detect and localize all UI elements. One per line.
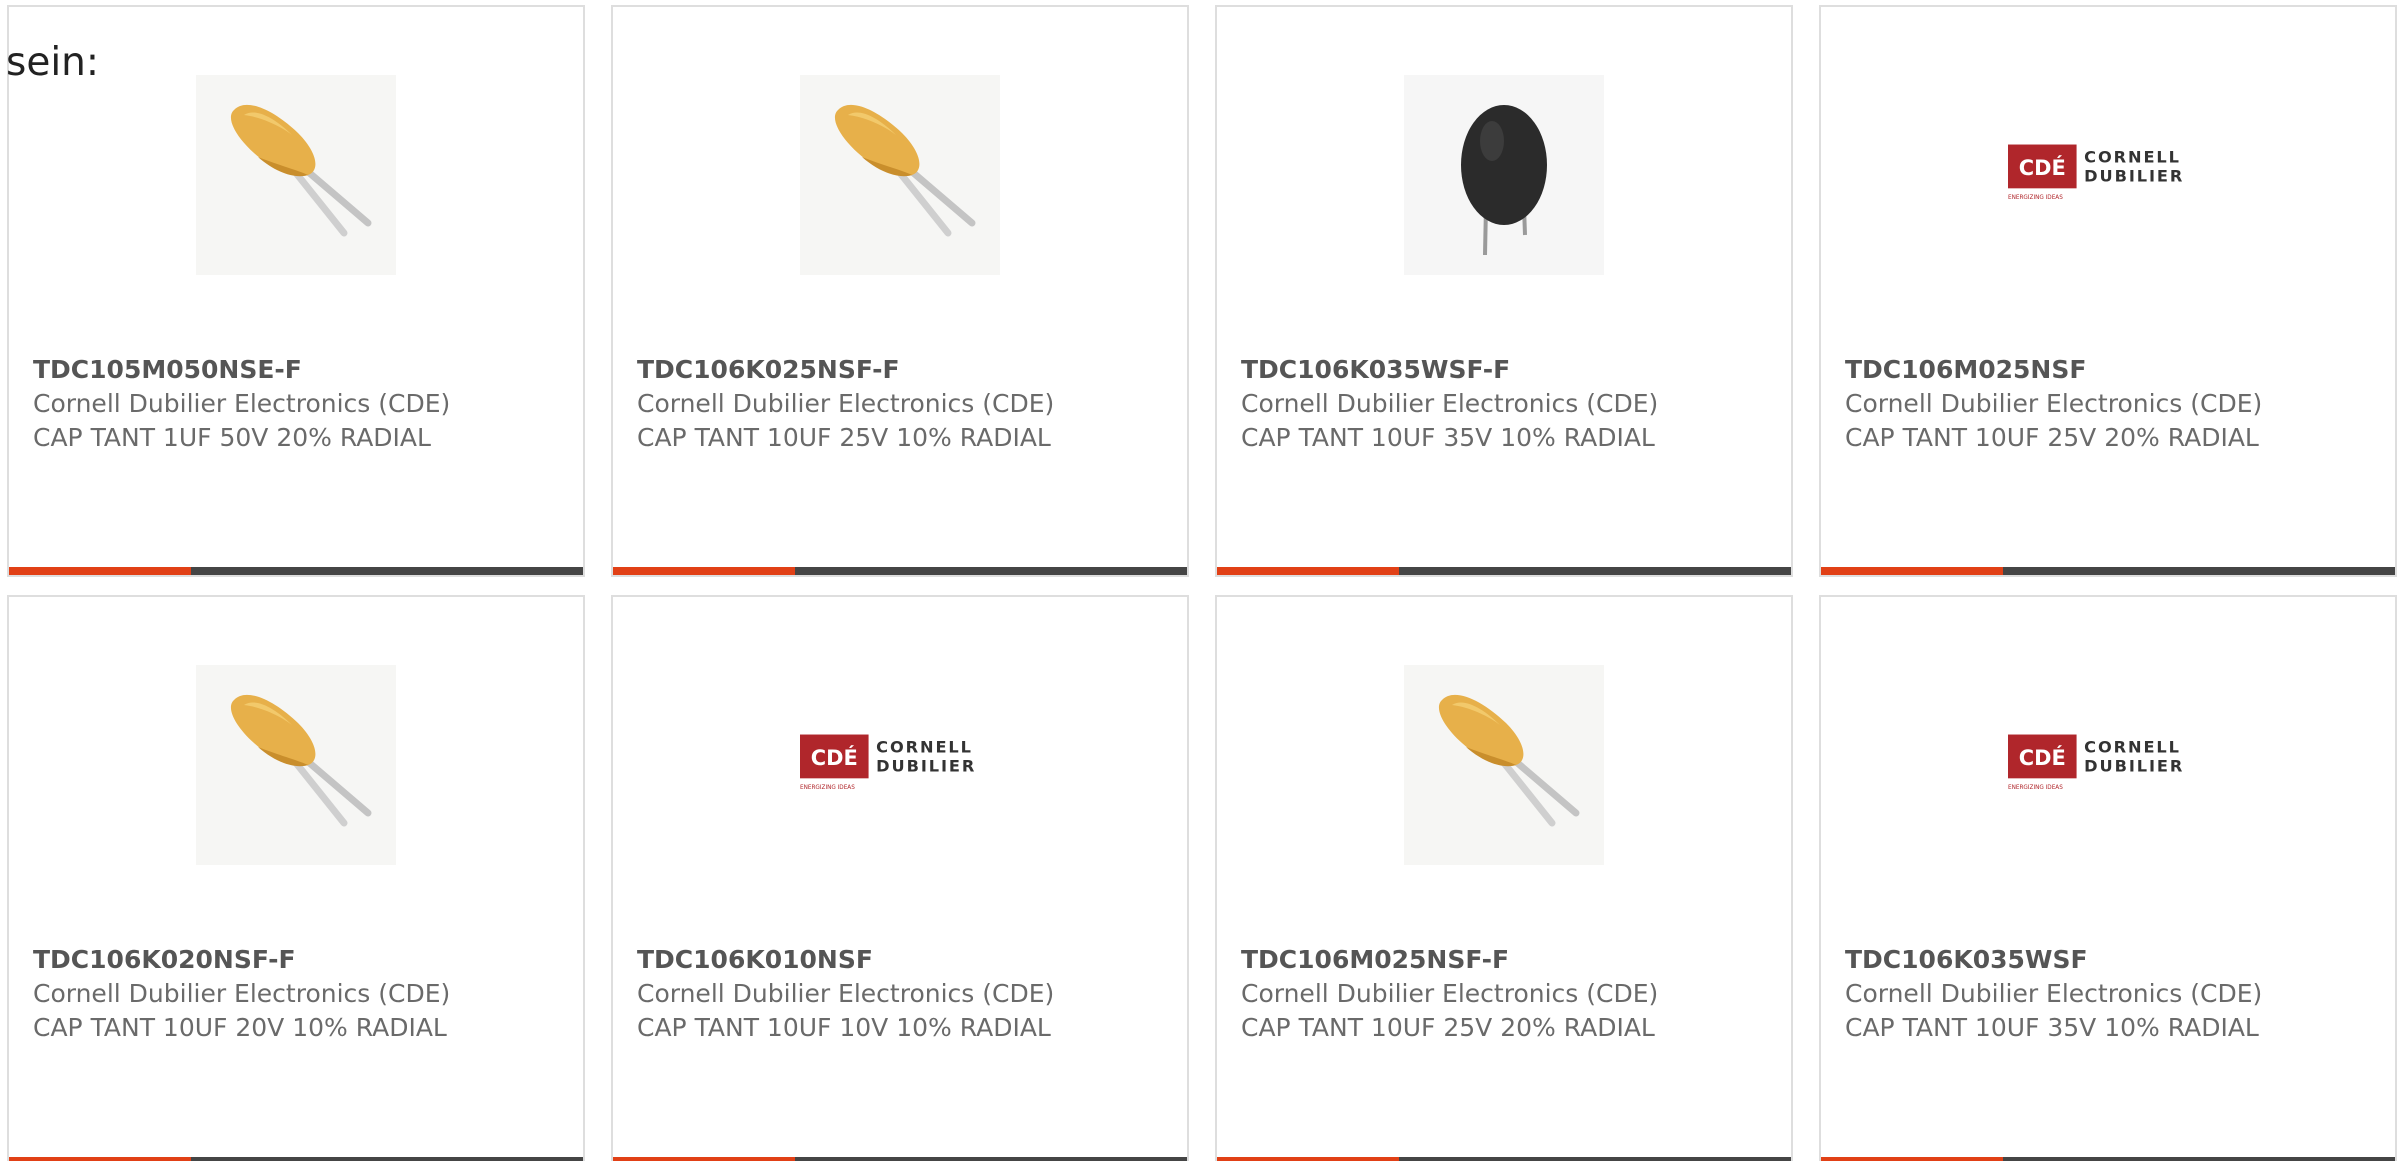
card-bottom-bar: [613, 567, 1187, 575]
card-bottom-bar: [1821, 567, 2395, 575]
manufacturer-name: Cornell Dubilier Electronics (CDE): [33, 979, 451, 1008]
product-description: CAP TANT 10UF 25V 20% RADIAL: [1241, 1013, 1655, 1042]
part-number[interactable]: TDC105M050NSE-F: [33, 353, 533, 387]
logo-text: CDÉ: [2019, 745, 2066, 770]
product-card[interactable]: TDC106M025NSF-F Cornell Dubilier Electron…: [1215, 595, 1793, 1161]
card-bottom-bar: [613, 1157, 1187, 1161]
product-info: TDC106K035WSF Cornell Dubilier Electronic…: [1845, 943, 2345, 1045]
logo-text: CORNELL: [2084, 738, 2181, 757]
manufacturer-name: Cornell Dubilier Electronics (CDE): [1845, 389, 2263, 418]
product-card[interactable]: TDC106K025NSF-F Cornell Dubilier Electron…: [611, 5, 1189, 577]
manufacturer-name: Cornell Dubilier Electronics (CDE): [1241, 389, 1659, 418]
part-number[interactable]: TDC106K020NSF-F: [33, 943, 533, 977]
product-card[interactable]: CDÉ CORNELL DUBILIER ENERGIZING IDEAS TD…: [611, 595, 1189, 1161]
product-card[interactable]: TDC105M050NSE-F Cornell Dubilier Electron…: [7, 5, 585, 577]
product-description: CAP TANT 10UF 25V 10% RADIAL: [637, 423, 1051, 452]
part-number[interactable]: TDC106K035WSF-F: [1241, 353, 1741, 387]
product-card[interactable]: TDC106K020NSF-F Cornell Dubilier Electron…: [7, 595, 585, 1161]
manufacturer-name: Cornell Dubilier Electronics (CDE): [637, 979, 1055, 1008]
cde-logo-image[interactable]: CDÉ CORNELL DUBILIER ENERGIZING IDEAS: [800, 665, 1000, 865]
part-number[interactable]: TDC106M025NSF: [1845, 353, 2345, 387]
card-bottom-bar: [9, 1157, 583, 1161]
tantalum-capacitor-image[interactable]: [196, 75, 396, 275]
product-description: CAP TANT 10UF 10V 10% RADIAL: [637, 1013, 1051, 1042]
logo-text: ENERGIZING IDEAS: [2008, 785, 2063, 791]
part-number[interactable]: TDC106K025NSF-F: [637, 353, 1137, 387]
card-bottom-bar: [1217, 1157, 1791, 1161]
card-bottom-bar: [1217, 567, 1791, 575]
card-bottom-bar: [1821, 1157, 2395, 1161]
card-bottom-bar: [9, 567, 583, 575]
product-description: CAP TANT 10UF 25V 20% RADIAL: [1845, 423, 2259, 452]
product-description: CAP TANT 10UF 35V 10% RADIAL: [1241, 423, 1655, 452]
logo-text: CDÉ: [811, 745, 858, 770]
tantalum-capacitor-image[interactable]: [1404, 665, 1604, 865]
product-info: TDC105M050NSE-F Cornell Dubilier Electron…: [33, 353, 533, 455]
logo-text: CDÉ: [2019, 155, 2066, 180]
logo-text: CORNELL: [876, 738, 973, 757]
product-card[interactable]: CDÉ CORNELL DUBILIER ENERGIZING IDEAS TD…: [1819, 595, 2397, 1161]
product-card[interactable]: CDÉ CORNELL DUBILIER ENERGIZING IDEAS TD…: [1819, 5, 2397, 577]
card-accent-bar: [613, 567, 795, 575]
product-info: TDC106M025NSF Cornell Dubilier Electronic…: [1845, 353, 2345, 455]
product-grid: TDC105M050NSE-F Cornell Dubilier Electron…: [7, 5, 2397, 1161]
part-number[interactable]: TDC106K010NSF: [637, 943, 1137, 977]
card-accent-bar: [9, 567, 191, 575]
manufacturer-name: Cornell Dubilier Electronics (CDE): [637, 389, 1055, 418]
product-description: CAP TANT 1UF 50V 20% RADIAL: [33, 423, 431, 452]
part-number[interactable]: TDC106K035WSF: [1845, 943, 2345, 977]
card-accent-bar: [1821, 1157, 2003, 1161]
tantalum-capacitor-image[interactable]: [800, 75, 1000, 275]
product-info: TDC106K010NSF Cornell Dubilier Electronic…: [637, 943, 1137, 1045]
product-description: CAP TANT 10UF 20V 10% RADIAL: [33, 1013, 447, 1042]
logo-text: ENERGIZING IDEAS: [2008, 195, 2063, 201]
product-card[interactable]: TDC106K035WSF-F Cornell Dubilier Electron…: [1215, 5, 1793, 577]
product-info: TDC106K035WSF-F Cornell Dubilier Electron…: [1241, 353, 1741, 455]
card-accent-bar: [613, 1157, 795, 1161]
logo-text: CORNELL: [2084, 148, 2181, 167]
intro-text: sein:: [6, 40, 100, 85]
part-number[interactable]: TDC106M025NSF-F: [1241, 943, 1741, 977]
tantalum-capacitor-image[interactable]: [196, 665, 396, 865]
manufacturer-name: Cornell Dubilier Electronics (CDE): [33, 389, 451, 418]
product-info: TDC106M025NSF-F Cornell Dubilier Electron…: [1241, 943, 1741, 1045]
card-accent-bar: [1217, 1157, 1399, 1161]
product-description: CAP TANT 10UF 35V 10% RADIAL: [1845, 1013, 2259, 1042]
card-accent-bar: [1217, 567, 1399, 575]
logo-text: DUBILIER: [876, 757, 976, 776]
logo-text: DUBILIER: [2084, 167, 2184, 186]
cde-logo-image[interactable]: CDÉ CORNELL DUBILIER ENERGIZING IDEAS: [2008, 75, 2208, 275]
logo-text: ENERGIZING IDEAS: [800, 785, 855, 791]
product-info: TDC106K025NSF-F Cornell Dubilier Electron…: [637, 353, 1137, 455]
product-info: TDC106K020NSF-F Cornell Dubilier Electron…: [33, 943, 533, 1045]
manufacturer-name: Cornell Dubilier Electronics (CDE): [1845, 979, 2263, 1008]
manufacturer-name: Cornell Dubilier Electronics (CDE): [1241, 979, 1659, 1008]
card-accent-bar: [1821, 567, 2003, 575]
logo-text: DUBILIER: [2084, 757, 2184, 776]
cde-logo-image[interactable]: CDÉ CORNELL DUBILIER ENERGIZING IDEAS: [2008, 665, 2208, 865]
card-accent-bar: [9, 1157, 191, 1161]
tantalum-capacitor-image[interactable]: [1404, 75, 1604, 275]
